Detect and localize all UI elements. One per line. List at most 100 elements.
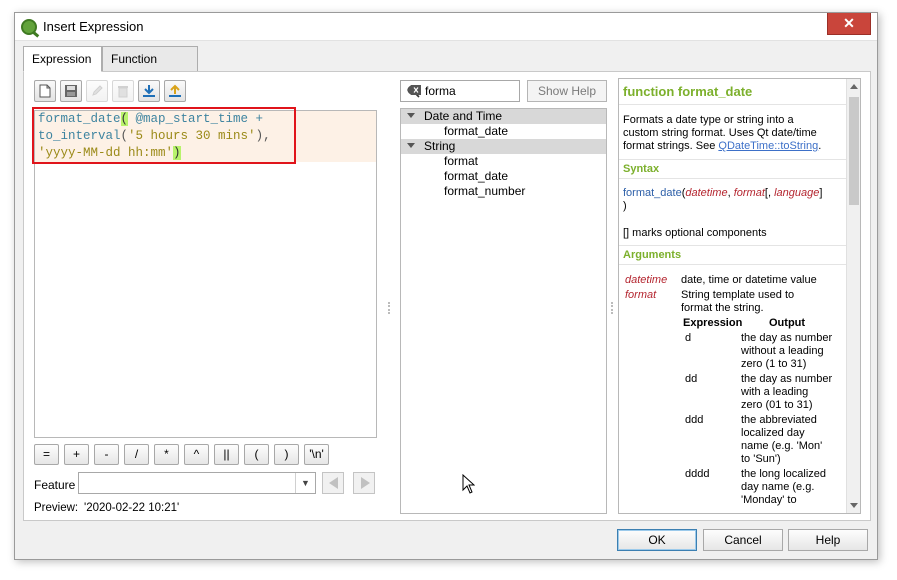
save-icon	[65, 85, 77, 97]
function-tree: Date and Time format_date String format …	[400, 108, 607, 514]
operator-concat-button[interactable]: ||	[214, 444, 239, 465]
title-bar: Insert Expression ✕	[15, 13, 877, 41]
delete-button[interactable]	[112, 80, 134, 102]
qgis-logo-icon	[21, 19, 37, 35]
tree-group-label: Date and Time	[424, 109, 503, 123]
tree-group-label: String	[424, 139, 456, 153]
argument-description: format the string.	[681, 302, 764, 314]
import-icon	[143, 85, 155, 97]
operator-minus-button[interactable]: -	[94, 444, 119, 465]
tab-function-editor[interactable]: Function Editor	[102, 46, 198, 90]
feature-combobox[interactable]: ▼	[78, 472, 316, 494]
paren-token: (	[120, 129, 129, 143]
function-help-panel: function format_date Formats a date type…	[618, 78, 861, 514]
operator-newline-button[interactable]: '\n'	[304, 444, 329, 465]
window-title: Insert Expression	[43, 19, 144, 34]
scroll-up-icon[interactable]	[850, 84, 858, 89]
splitter-handle[interactable]	[388, 302, 390, 314]
close-button[interactable]: ✕	[827, 13, 871, 35]
search-input[interactable]	[425, 82, 499, 100]
table-output: day name (e.g.	[741, 481, 815, 493]
tree-item-format-number[interactable]: format_number	[444, 184, 525, 199]
tab-expression[interactable]: Expression	[23, 46, 102, 72]
expression-tab-panel: format_date( @map_start_time + to_interv…	[23, 71, 871, 521]
expand-arrow-icon[interactable]	[407, 143, 415, 148]
help-description: Formats a date type or string into a	[623, 114, 794, 126]
tree-group-date-and-time[interactable]: Date and Time	[401, 109, 606, 124]
argument-description: date, time or datetime value	[681, 274, 817, 286]
editor-line: to_interval('5 hours 30 mins'),	[35, 128, 376, 145]
function-search-box[interactable]	[400, 80, 520, 102]
insert-expression-dialog: Insert Expression ✕ Expression Function …	[14, 12, 878, 560]
table-expr: dddd	[685, 468, 710, 480]
optional-note: [] marks optional components	[623, 227, 767, 239]
feature-label: Feature	[34, 478, 76, 492]
matched-paren: )	[173, 146, 181, 160]
variable-token: @map_start_time +	[128, 112, 264, 126]
tree-group-string[interactable]: String	[401, 139, 606, 154]
operator-plus-button[interactable]: +	[64, 444, 89, 465]
scrollbar-thumb[interactable]	[849, 97, 859, 205]
string-token: '5 hours 30 mins'	[128, 129, 256, 143]
save-button[interactable]	[60, 80, 82, 102]
operator-power-button[interactable]: ^	[184, 444, 209, 465]
table-header-output: Output	[769, 317, 806, 329]
help-button[interactable]: Help	[788, 529, 868, 551]
export-button[interactable]	[164, 80, 186, 102]
table-output: zero (1 to 31)	[741, 358, 807, 370]
operator-open-paren-button[interactable]: (	[244, 444, 269, 465]
qdatetime-link[interactable]: QDateTime::toString	[718, 140, 818, 152]
table-output: the day as number	[741, 373, 833, 385]
next-feature-button[interactable]	[353, 472, 375, 494]
editor-line: 'yyyy-MM-dd hh:mm')	[35, 145, 376, 162]
import-button[interactable]	[138, 80, 160, 102]
new-file-icon	[39, 84, 51, 98]
help-scrollbar[interactable]	[846, 79, 860, 513]
expression-editor[interactable]: format_date( @map_start_time + to_interv…	[34, 110, 377, 438]
help-description-text: format strings. See	[623, 140, 716, 152]
help-description-text: .	[818, 140, 822, 152]
new-file-button[interactable]	[34, 80, 56, 102]
table-output: localized day	[741, 427, 805, 439]
argument-description: String template used to	[681, 289, 795, 301]
operator-divide-button[interactable]: /	[124, 444, 149, 465]
operator-close-paren-button[interactable]: )	[274, 444, 299, 465]
clear-search-icon[interactable]	[407, 85, 421, 95]
table-output: the long localized	[741, 468, 827, 480]
splitter-handle[interactable]	[611, 302, 613, 314]
export-icon	[169, 84, 181, 97]
function-token: to_interval	[38, 129, 121, 143]
edit-icon	[92, 85, 103, 96]
matched-paren: (	[120, 112, 129, 126]
help-title: function format_date	[619, 79, 846, 105]
table-output: with a leading	[741, 386, 809, 398]
table-output: 'Monday' to	[741, 494, 797, 506]
syntax-line: )	[623, 200, 627, 212]
syntax-function: format_date	[623, 187, 682, 199]
operator-equals-button[interactable]: =	[34, 444, 59, 465]
edit-button[interactable]	[86, 80, 108, 102]
operator-multiply-button[interactable]: *	[154, 444, 179, 465]
tree-item-format[interactable]: format	[444, 154, 478, 169]
arrow-right-icon	[361, 477, 370, 489]
paren-token: ),	[255, 129, 271, 143]
argument-name: format	[625, 289, 657, 301]
tree-item-format-date[interactable]: format_date	[444, 169, 508, 184]
table-output: without a leading	[741, 345, 824, 357]
previous-feature-button[interactable]	[322, 472, 344, 494]
table-output: the day as number	[741, 332, 833, 344]
function-token: format_date	[38, 112, 121, 126]
tree-item-format-date[interactable]: format_date	[444, 124, 508, 139]
preview-label: Preview:	[34, 502, 79, 514]
arrow-left-icon	[329, 477, 338, 489]
syntax-header: Syntax	[619, 159, 846, 179]
chevron-down-icon[interactable]: ▼	[295, 473, 315, 493]
table-output: name (e.g. 'Mon'	[741, 440, 823, 452]
ok-button[interactable]: OK	[617, 529, 697, 551]
show-help-button[interactable]: Show Help	[527, 80, 607, 102]
syntax-arg: format	[733, 187, 765, 199]
expand-arrow-icon[interactable]	[407, 113, 415, 118]
arguments-header: Arguments	[619, 245, 846, 265]
cancel-button[interactable]: Cancel	[703, 529, 783, 551]
scroll-down-icon[interactable]	[850, 503, 858, 508]
